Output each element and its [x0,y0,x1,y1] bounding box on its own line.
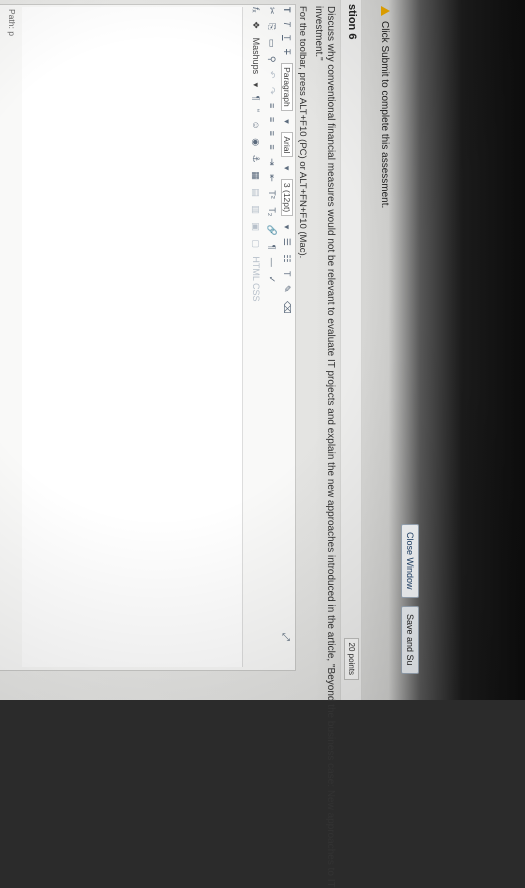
editor-toolbar-row-3: fₓ ❖ Mashups ▾ ¶ “ ☺ ◉ ⚓ ▦ ▤ ▥ ▣ ▢ HTML … [245,7,261,657]
table-column-icon[interactable]: ▥ [250,205,261,214]
points-badge: 20 points [344,637,359,680]
format-select[interactable]: Paragraph [281,63,293,111]
blockquote-icon[interactable]: “ [251,109,261,112]
align-left-icon[interactable]: ≡ [267,103,277,108]
editor-toolbar-row-1: T T T T Paragraph ▾ Arial ▾ 3 (12pt) ▾ ☰… [277,7,293,657]
paste-icon[interactable]: ▭ [266,39,277,48]
mashups-label: Mashups [251,37,261,75]
spellcheck-icon[interactable]: ✓ [266,275,277,283]
superscript-icon[interactable]: T² [267,190,277,199]
table-delete-icon[interactable]: ▢ [250,239,261,248]
question-header: stion 6 20 points [340,0,362,700]
rich-text-editor: T T T T Paragraph ▾ Arial ▾ 3 (12pt) ▾ ☰… [0,4,296,671]
redo-icon[interactable]: ↷ [266,87,277,95]
expand-editor-icon[interactable]: ⤢ [280,633,291,641]
table-merge-icon[interactable]: ▣ [250,222,261,231]
question-prompt-continued: investment." [313,6,324,61]
equation-icon[interactable]: fₓ [251,7,261,12]
submit-notice: Click Submit to complete this assessment… [379,6,390,208]
editor-toolbar-row-2: ✂ ⎘ ▭ ⚲ ↶ ↷ ≡ ≡ ≡ ≡ ⇥ ⇤ T² T₂ 🔗 ¶ — ✓ [261,7,277,657]
question-prompt: Discuss why conventional financial measu… [325,6,336,888]
numbered-list-icon[interactable]: ☷ [281,254,292,262]
assessment-page: Close Window Save and Su Click Submit to… [0,0,420,888]
clear-format-icon[interactable]: ⌫ [281,301,292,314]
link-icon[interactable]: 🔗 [266,225,277,236]
question-title: stion 6 [346,4,358,40]
outdent-icon[interactable]: ⇤ [266,174,277,182]
subscript-icon[interactable]: T₂ [267,207,277,216]
table-row-icon[interactable]: ▤ [250,188,261,197]
anchor-icon[interactable]: ⚓ [250,155,261,163]
bold-icon[interactable]: T [282,7,292,13]
pilcrow-icon[interactable]: ¶ [251,96,261,101]
warning-icon [381,6,390,16]
highlight-icon[interactable]: ✎ [281,285,292,293]
submit-notice-text: Click Submit to complete this assessment… [379,21,390,209]
underline-icon[interactable]: T [282,35,292,41]
table-icon[interactable]: ▦ [250,171,261,180]
italic-icon[interactable]: T [282,21,292,27]
indent-icon[interactable]: ⇥ [266,158,277,166]
mashups-icon: ❖ [251,20,261,30]
paragraph-direction-icon[interactable]: ¶ [267,245,277,250]
top-button-bar: Close Window Save and Su [398,520,420,700]
line-icon[interactable]: — [267,258,277,267]
align-center-icon[interactable]: ≡ [267,117,277,122]
toolbar-hint: For the toolbar, press ALT+F10 (PC) or A… [297,6,308,259]
align-right-icon[interactable]: ≡ [267,131,277,136]
strikethrough-icon[interactable]: T [282,49,292,55]
record-icon[interactable]: ◉ [250,138,261,146]
undo-icon[interactable]: ↶ [266,71,277,79]
cut-icon[interactable]: ✂ [266,7,277,15]
find-icon[interactable]: ⚲ [266,56,277,63]
emoticon-icon[interactable]: ☺ [251,121,261,130]
chevron-down-icon[interactable]: ▾ [281,225,292,230]
chevron-down-icon[interactable]: ▾ [281,119,292,124]
close-window-button[interactable]: Close Window [401,524,419,598]
justify-icon[interactable]: ≡ [267,144,277,149]
size-select[interactable]: 3 (12pt) [281,178,293,217]
editor-path: Path: p [7,9,17,36]
save-submit-button[interactable]: Save and Su [401,605,419,674]
mashups-menu[interactable]: ❖ Mashups ▾ [250,21,261,87]
chevron-down-icon[interactable]: ▾ [281,166,292,171]
html-css-icon[interactable]: HTML CSS [251,256,261,301]
bullet-list-icon[interactable]: ☰ [281,238,292,246]
font-select[interactable]: Arial [281,132,293,158]
copy-icon[interactable]: ⎘ [266,23,277,30]
answer-textarea[interactable] [22,7,243,667]
text-color-icon[interactable]: T [282,271,292,277]
